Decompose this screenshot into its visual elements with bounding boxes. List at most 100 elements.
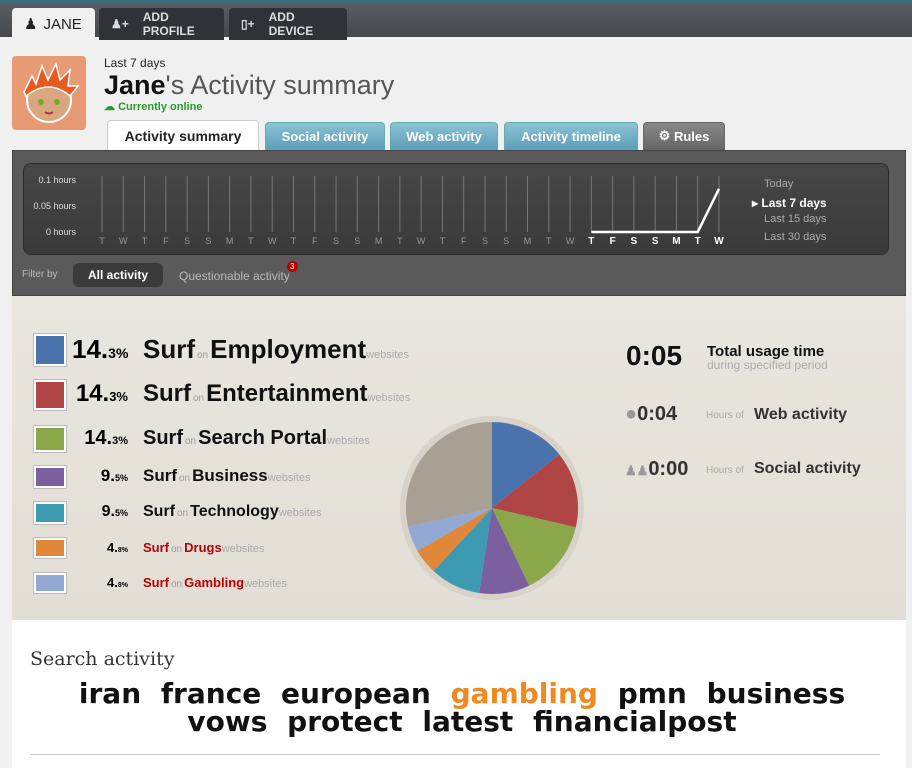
filter-label: Filter by: [22, 269, 58, 280]
tab-activity-summary[interactable]: Activity summary: [107, 120, 259, 151]
x-tick-label: S: [205, 236, 211, 246]
search-term[interactable]: financialpost: [533, 705, 737, 738]
search-term[interactable]: iran: [79, 677, 141, 710]
add-profile-button[interactable]: ♟+ ADD PROFILE: [99, 8, 224, 40]
x-tick-label: T: [99, 236, 105, 246]
category-percent: 9.: [101, 503, 115, 521]
web-activity-stat: ●0:04: [625, 403, 678, 425]
x-tick-label: T: [142, 236, 148, 246]
chart-box: 0.1 hours 0.05 hours 0 hours T W T F S S M T W T F S S M…: [23, 163, 889, 255]
period-label: Last 7 days: [104, 56, 166, 70]
x-tick-label: M: [375, 236, 383, 246]
filter-all-activity[interactable]: All activity: [73, 263, 164, 287]
summary-panel: 14.3% Surf on Employment websites 14.3% Surf on…: [12, 296, 906, 620]
people-icon: ♟♟: [625, 463, 649, 478]
category-percent: 14.: [72, 333, 109, 364]
y-tick-label: 0.1 hours: [38, 175, 76, 185]
x-tick-label: S: [631, 236, 638, 247]
x-tick-label: F: [610, 236, 616, 247]
category-swatch: [34, 380, 66, 410]
tab-rules[interactable]: ⚙ Rules: [643, 122, 725, 150]
social-activity-stat: ♟♟0:00: [625, 458, 689, 480]
filter-questionable-activity[interactable]: Questionable activity 3: [179, 261, 298, 283]
y-tick-label: 0.05 hours: [33, 201, 76, 211]
gear-icon: ⚙: [658, 128, 671, 143]
x-tick-label: F: [163, 236, 169, 246]
range-option[interactable]: Last 15 days: [764, 213, 826, 225]
globe-icon: ●: [625, 403, 638, 425]
online-status: ☁ Currently online: [104, 101, 203, 113]
range-option[interactable]: Last 30 days: [764, 231, 826, 243]
category-swatch: [34, 426, 66, 452]
search-term[interactable]: protect: [287, 705, 402, 738]
category-label[interactable]: Surf on Gambling websites: [143, 575, 287, 590]
category-pie-chart: [400, 416, 584, 600]
x-tick-label: W: [714, 236, 724, 247]
category-percent: 14.: [84, 426, 113, 449]
x-tick-label: T: [291, 236, 297, 246]
x-tick-label: F: [461, 236, 467, 246]
x-tick-label: T: [588, 236, 594, 247]
category-label[interactable]: Surf on Business websites: [143, 466, 311, 486]
category-percent: 9.: [100, 466, 115, 486]
x-tick-label: T: [546, 236, 552, 246]
x-tick-label: W: [417, 236, 426, 246]
x-tick-label: W: [119, 236, 128, 246]
add-device-icon: ▯+: [241, 17, 255, 31]
y-tick-label: 0 hours: [46, 227, 77, 237]
profile-tab-jane[interactable]: ♟ JANE: [12, 8, 95, 40]
x-tick-label: W: [268, 236, 277, 246]
total-usage-sub: during specified period: [707, 358, 828, 372]
category-swatch: [34, 466, 66, 488]
usage-line-chart: 0.1 hours 0.05 hours 0 hours T W T F S S M T W T F S S M…: [33, 175, 724, 247]
tab-social-activity[interactable]: Social activity: [265, 122, 385, 150]
x-tick-label: M: [672, 236, 680, 247]
x-tick-label: S: [184, 236, 190, 246]
divider: [30, 754, 880, 755]
page-title: Jane's Activity summary: [104, 70, 395, 100]
x-tick-label: S: [503, 236, 509, 246]
category-label[interactable]: Surf on Technology websites: [143, 503, 322, 521]
x-tick-label: W: [566, 236, 575, 246]
x-tick-label: T: [397, 236, 403, 246]
range-option[interactable]: ▸ Last 7 days: [752, 196, 827, 210]
category-swatch: [34, 334, 66, 366]
x-tick-label: S: [333, 236, 339, 246]
profile-bar: ♟ JANE ♟+ ADD PROFILE ▯+ ADD DEVICE: [0, 0, 912, 40]
total-usage-value: 0:05: [626, 340, 683, 371]
x-tick-label: M: [524, 236, 532, 246]
category-percent: 14.: [75, 380, 110, 408]
activity-chart-panel: 0.1 hours 0.05 hours 0 hours T W T F S S M T W T F S S M…: [12, 150, 906, 296]
cloud-icon: ☁: [104, 101, 115, 113]
category-swatch: [34, 573, 66, 593]
x-tick-label: F: [312, 236, 318, 246]
tab-web-activity[interactable]: Web activity: [390, 122, 498, 150]
x-tick-label: T: [248, 236, 254, 246]
search-term-cloud: iran france european gambling pmn busine…: [42, 680, 882, 736]
category-label[interactable]: Surf on Entertainment websites: [143, 380, 410, 408]
category-label[interactable]: Surf on Search Portal websites: [143, 427, 370, 450]
category-label[interactable]: Surf on Drugs websites: [143, 540, 264, 555]
x-tick-label: S: [482, 236, 488, 246]
category-swatch: [34, 502, 66, 524]
x-tick-label: M: [226, 236, 234, 246]
user-icon: ♟: [24, 16, 38, 33]
search-activity-panel: Search activity iran france european gam…: [12, 620, 906, 768]
range-option[interactable]: Today: [764, 178, 793, 190]
category-percent: 4.: [107, 574, 118, 590]
x-tick-label: S: [652, 236, 659, 247]
category-swatch: [34, 538, 66, 558]
category-percent: 4.: [107, 539, 118, 555]
x-tick-label: T: [440, 236, 446, 246]
search-activity-title: Search activity: [30, 648, 175, 670]
add-user-icon: ♟+: [111, 17, 129, 31]
tab-activity-timeline[interactable]: Activity timeline: [504, 122, 638, 150]
x-tick-label: S: [354, 236, 360, 246]
search-term[interactable]: vows: [187, 705, 267, 738]
category-label[interactable]: Surf on Employment websites: [143, 334, 409, 365]
x-tick-label: T: [695, 236, 701, 247]
add-device-button[interactable]: ▯+ ADD DEVICE: [229, 8, 347, 40]
search-term[interactable]: latest: [422, 705, 513, 738]
questionable-badge: 3: [286, 261, 298, 272]
avatar: [12, 56, 86, 130]
